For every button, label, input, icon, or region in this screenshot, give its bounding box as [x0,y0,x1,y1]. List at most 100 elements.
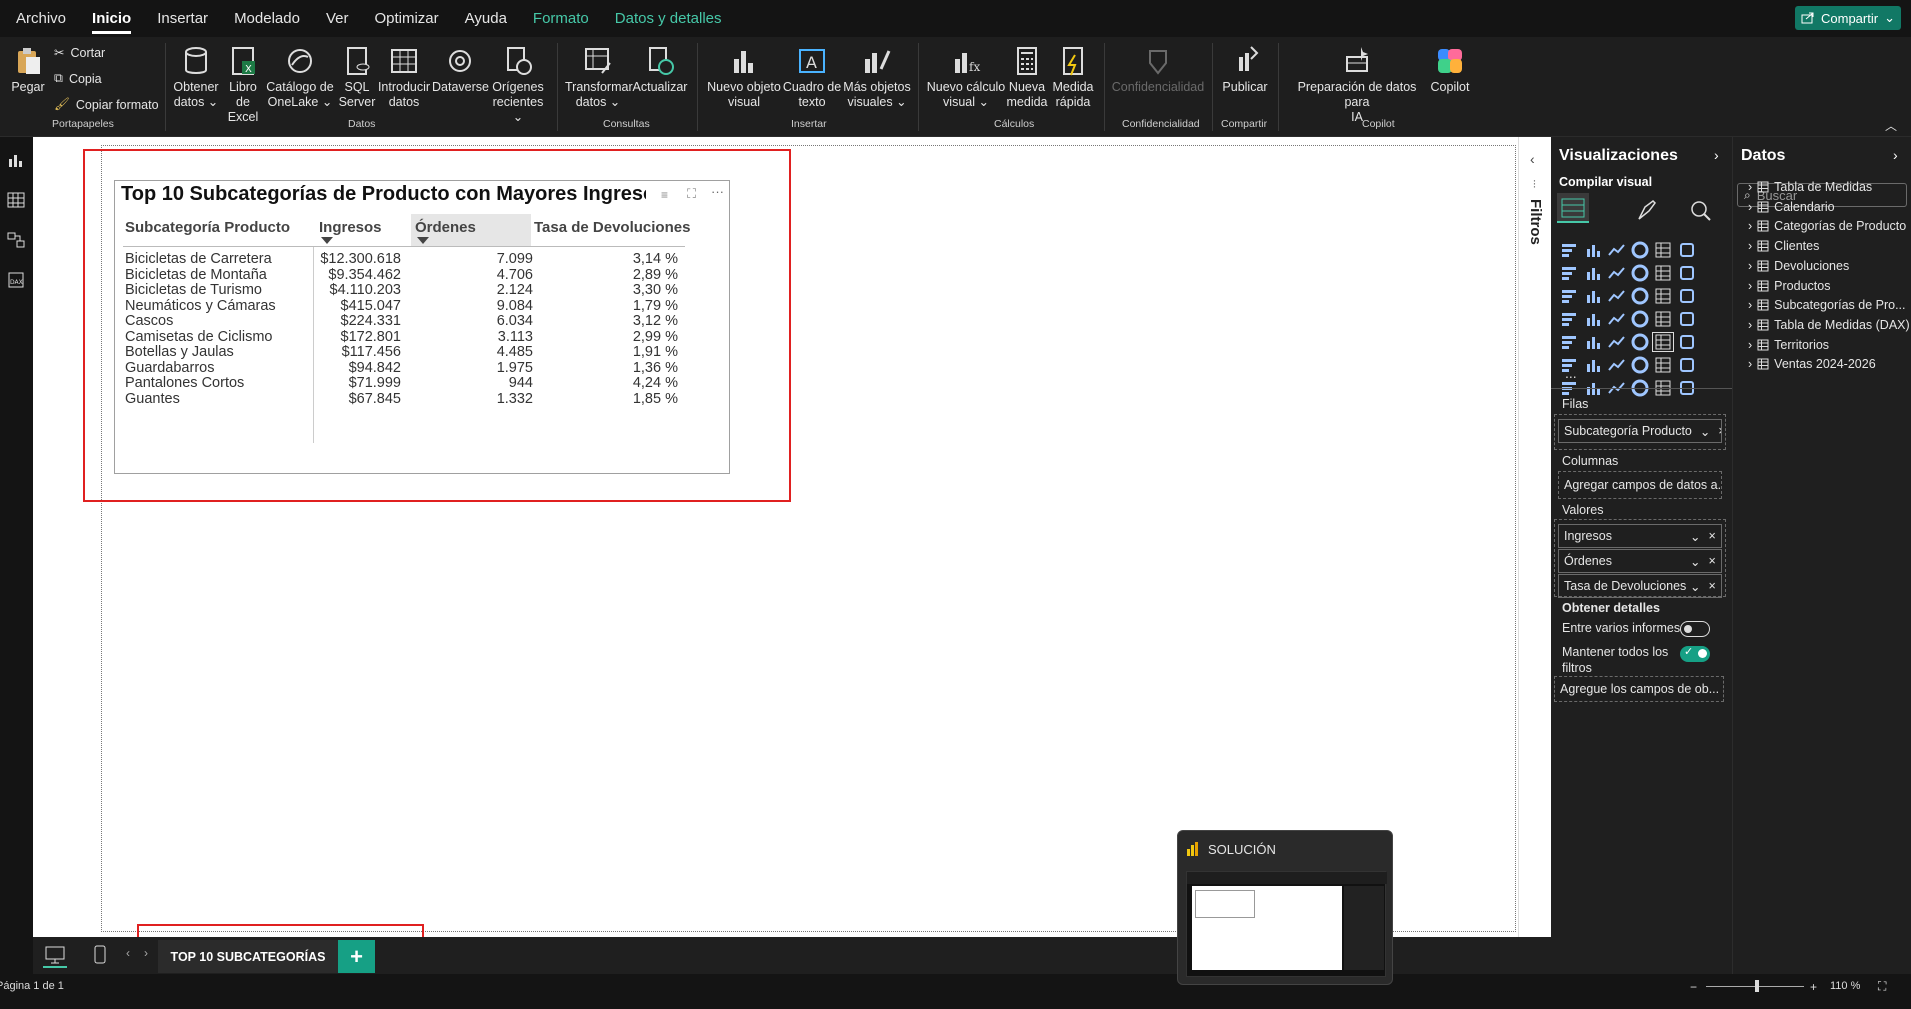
next-page-icon[interactable]: › [144,946,148,960]
excel-button[interactable]: X Libro de Excel [221,45,265,125]
page-tab[interactable]: TOP 10 SUBCATEGORÍAS [158,940,338,973]
combo-icon[interactable] [1559,287,1579,305]
chevron-right-icon[interactable]: › [1748,239,1752,253]
stacked-bar-icon[interactable] [1559,241,1579,259]
chevron-right-icon[interactable]: › [1748,298,1752,312]
fit-page-icon[interactable]: ⛶ [1878,979,1886,994]
remove-icon[interactable]: × [1708,554,1715,568]
table-icon[interactable] [1630,333,1650,351]
qa-icon[interactable] [1630,356,1650,374]
data-table-item[interactable]: › Territorios [1748,338,1829,352]
format-brush-icon[interactable] [1635,199,1657,221]
data-table-item[interactable]: › Devoluciones [1748,259,1849,273]
remove-icon[interactable]: × [1708,579,1715,593]
onelake-button[interactable]: Catálogo de OneLake ⌄ [266,45,334,110]
scatter-icon[interactable] [1583,287,1603,305]
dax-view-icon[interactable]: DAX [7,271,25,289]
chevron-right-icon[interactable]: › [1748,180,1752,194]
chevron-right-icon[interactable]: › [1748,338,1752,352]
data-table-item[interactable]: › Tabla de Medidas [1748,180,1872,194]
kpi-icon[interactable] [1583,333,1603,351]
zoom-level[interactable]: 110 % [1830,980,1860,992]
chevron-down-icon[interactable]: ⌄ [1690,529,1700,544]
map-icon[interactable] [1583,310,1603,328]
data-table-item[interactable]: › Productos [1748,279,1830,293]
recent-sources-button[interactable]: Orígenes recientes ⌄ [490,45,546,125]
data-table-item[interactable]: › Clientes [1748,239,1819,253]
treemap-icon[interactable] [1559,310,1579,328]
decomposition-icon[interactable] [1606,356,1626,374]
remove-icon[interactable]: × [1718,424,1721,438]
format-painter-button[interactable]: 🖌 Copiar formato [54,97,159,112]
clustered-bar-icon[interactable] [1606,241,1626,259]
chevron-down-icon[interactable]: ⌄ [1700,424,1710,439]
keep-filters-toggle[interactable]: ✓ [1680,646,1710,662]
gauge-icon[interactable] [1653,310,1673,328]
collapse-viz-icon[interactable]: › [1714,147,1719,163]
card-icon[interactable] [1677,310,1697,328]
sensitivity-button[interactable]: Confidencialidad [1108,45,1208,95]
share-button[interactable]: Compartir ⌄ [1795,6,1901,30]
data-table-item[interactable]: › Tabla de Medidas (DAX) [1748,318,1910,332]
stacked-area-icon[interactable] [1606,264,1626,282]
line-icon[interactable] [1559,264,1579,282]
100-bar-icon[interactable] [1653,241,1673,259]
expand-filters-icon[interactable]: ‹ [1530,151,1535,167]
more-visuals-ellipsis[interactable]: ... [1565,365,1577,381]
sql-button[interactable]: SQL Server [338,45,376,110]
data-prep-ai-button[interactable]: Preparación de datos para IA [1285,45,1429,125]
menu-insertar[interactable]: Insertar [157,10,208,27]
publish-button[interactable]: Publicar [1218,45,1272,95]
trophy-icon[interactable] [1677,356,1697,374]
funnel-icon[interactable] [1606,287,1626,305]
scatter-dots-icon[interactable] [1630,287,1650,305]
new-visual-button[interactable]: Nuevo objeto visual [706,45,782,110]
drillthrough-well[interactable]: Agregue los campos de ob... [1554,676,1724,702]
ribbon-icon[interactable] [1653,264,1673,282]
r-visual-icon[interactable] [1677,333,1697,351]
copilot-button[interactable]: Copilot [1424,45,1476,95]
chevron-right-icon[interactable]: › [1748,357,1752,371]
menu-inicio[interactable]: Inicio [92,10,132,34]
filled-map-icon[interactable] [1606,310,1626,328]
dataverse-button[interactable]: Dataverse [432,45,489,95]
chevron-right-icon[interactable]: › [1748,279,1752,293]
chevron-right-icon[interactable]: › [1748,200,1752,214]
analytics-icon[interactable] [1689,199,1711,221]
donut-icon[interactable] [1677,287,1697,305]
line-column-icon[interactable] [1630,264,1650,282]
new-visual-calc-button[interactable]: fx Nuevo cálculo visual ⌄ [926,45,1006,110]
mobile-layout-icon[interactable] [93,945,107,965]
100-column-icon[interactable] [1677,241,1697,259]
data-table-item[interactable]: › Subcategorías de Pro... [1748,298,1906,312]
multi-card-icon[interactable] [1559,333,1579,351]
menu-modelado[interactable]: Modelado [234,10,300,27]
quick-measure-button[interactable]: Medida rápida [1050,45,1096,110]
slicer-icon[interactable] [1606,333,1626,351]
paste-button[interactable]: Pegar [10,45,46,95]
refresh-button[interactable]: Actualizar [631,45,689,95]
data-table-item[interactable]: › Categorías de Producto [1748,219,1906,233]
chevron-right-icon[interactable]: › [1748,219,1752,233]
data-table-item[interactable]: › Calendario [1748,200,1835,214]
waterfall-icon[interactable] [1677,264,1697,282]
cut-button[interactable]: ✂ Cortar [54,45,105,61]
menu-optimizar[interactable]: Optimizar [374,10,438,27]
narrative-icon[interactable] [1653,356,1673,374]
menu-formato[interactable]: Formato [533,10,589,27]
more-visuals-button[interactable]: Más objetos visuales ⌄ [843,45,911,110]
key-influencers-icon[interactable] [1583,356,1603,374]
remove-icon[interactable]: × [1708,529,1715,543]
collapse-data-icon[interactable]: › [1893,147,1898,163]
zoom-out-icon[interactable]: − [1690,980,1697,994]
enter-data-button[interactable]: Introducir datos [376,45,432,110]
columns-well[interactable]: Agregar campos de datos a... [1558,471,1722,499]
area-icon[interactable] [1583,264,1603,282]
model-view-icon[interactable] [7,231,25,249]
rows-field-pill[interactable]: Subcategoría Producto ⌄ × [1558,419,1722,443]
data-table-item[interactable]: › Ventas 2024-2026 [1748,357,1876,371]
chevron-right-icon[interactable]: › [1748,318,1752,332]
prev-page-icon[interactable]: ‹ [126,946,130,960]
new-measure-button[interactable]: Nueva medida [1006,45,1048,110]
collapse-ribbon-icon[interactable]: ︿ [1885,117,1897,134]
